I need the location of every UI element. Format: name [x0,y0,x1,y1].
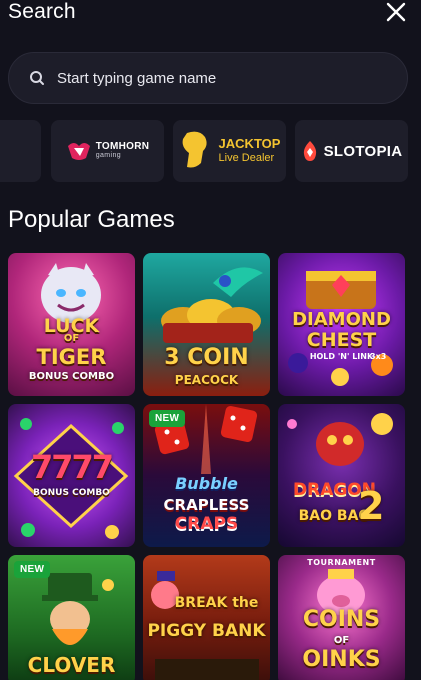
game-subtitle: 3x3 [370,352,387,361]
game-thumbnail [143,555,270,680]
game-card-break-the-piggy-bank[interactable]: BREAK the PIGGY BANK [143,555,270,680]
game-card-diamond-chest[interactable]: DIAMOND CHEST HOLD 'N' LINK 3x3 [278,253,405,396]
game-title: CRAPLESS [163,496,250,514]
game-card-3-coin-peacock[interactable]: 3 COIN PEACOCK [143,253,270,396]
provider-card-jacktop[interactable]: JACKTOP Live Dealer [173,120,286,182]
game-title: OINKS [302,647,381,672]
new-badge: NEW [149,410,186,427]
game-title: 7777 [30,448,114,486]
game-title: PIGGY BANK [147,621,266,641]
slotopia-logo-icon [303,141,316,161]
game-title: CLOVER [27,653,116,677]
game-subtitle: PEACOCK [174,373,239,387]
game-title: BAO BAO [298,508,371,524]
game-title: TIGER [36,345,107,369]
game-title: DIAMOND [292,309,391,330]
game-title: COINS [302,607,381,632]
new-badge: NEW [14,561,51,578]
game-card-dragon-bao-bao-2[interactable]: DRAGON BAO BAO 2 [278,404,405,547]
game-card-clover[interactable]: NEW CLOVER [8,555,135,680]
section-title-popular-games: Popular Games [8,206,175,233]
provider-card-tomhorn[interactable]: TOMHORN gaming [51,120,164,182]
provider-name: SLOTOPIA [323,142,403,160]
game-title: 2 [358,484,385,528]
providers-carousel[interactable]: TOMHORN gaming JACKTOP Live Dealer SLOTO… [0,120,421,182]
game-subtitle: BONUS COMBO [28,371,115,382]
game-title: 3 COIN [164,345,249,370]
provider-name: TOMHORN [95,141,150,152]
game-subtitle: BONUS COMBO [33,488,110,498]
header: Search [0,0,421,30]
game-title: OF [333,635,350,646]
tomhorn-logo-icon [67,143,90,160]
provider-subtitle: Live Dealer [218,152,275,164]
game-thumbnail [278,404,405,547]
page-title: Search [8,0,76,23]
provider-name: JACKTOP [218,136,281,151]
game-title: Bubble [175,474,238,493]
search-bar[interactable] [8,52,408,104]
game-title: CRAPS [174,514,239,534]
game-card-crapless-craps[interactable]: NEW Bubble CRAPLESS CRAPS [143,404,270,547]
game-card-coins-of-oinks[interactable]: TOURNAMENT COINS OF OINKS [278,555,405,680]
game-title: CHEST [306,329,377,351]
games-grid: LUCK OF TIGER BONUS COMBO 3 COIN PEACOCK [0,253,421,680]
game-card-7777-bonus-combo[interactable]: 7777 BONUS COMBO [8,404,135,547]
close-icon[interactable] [385,1,407,23]
game-title: OF [63,333,80,344]
provider-card-slotopia[interactable]: SLOTOPIA [295,120,408,182]
provider-card[interactable] [0,120,41,182]
search-icon [30,71,44,85]
game-title: BREAK the [174,595,259,611]
game-title: DRAGON [293,480,376,500]
tournament-label: TOURNAMENT [307,558,376,567]
provider-subtitle: gaming [95,152,122,159]
search-input[interactable] [57,69,407,87]
game-card-luck-of-tiger[interactable]: LUCK OF TIGER BONUS COMBO [8,253,135,396]
jacktop-logo-icon [182,131,207,168]
